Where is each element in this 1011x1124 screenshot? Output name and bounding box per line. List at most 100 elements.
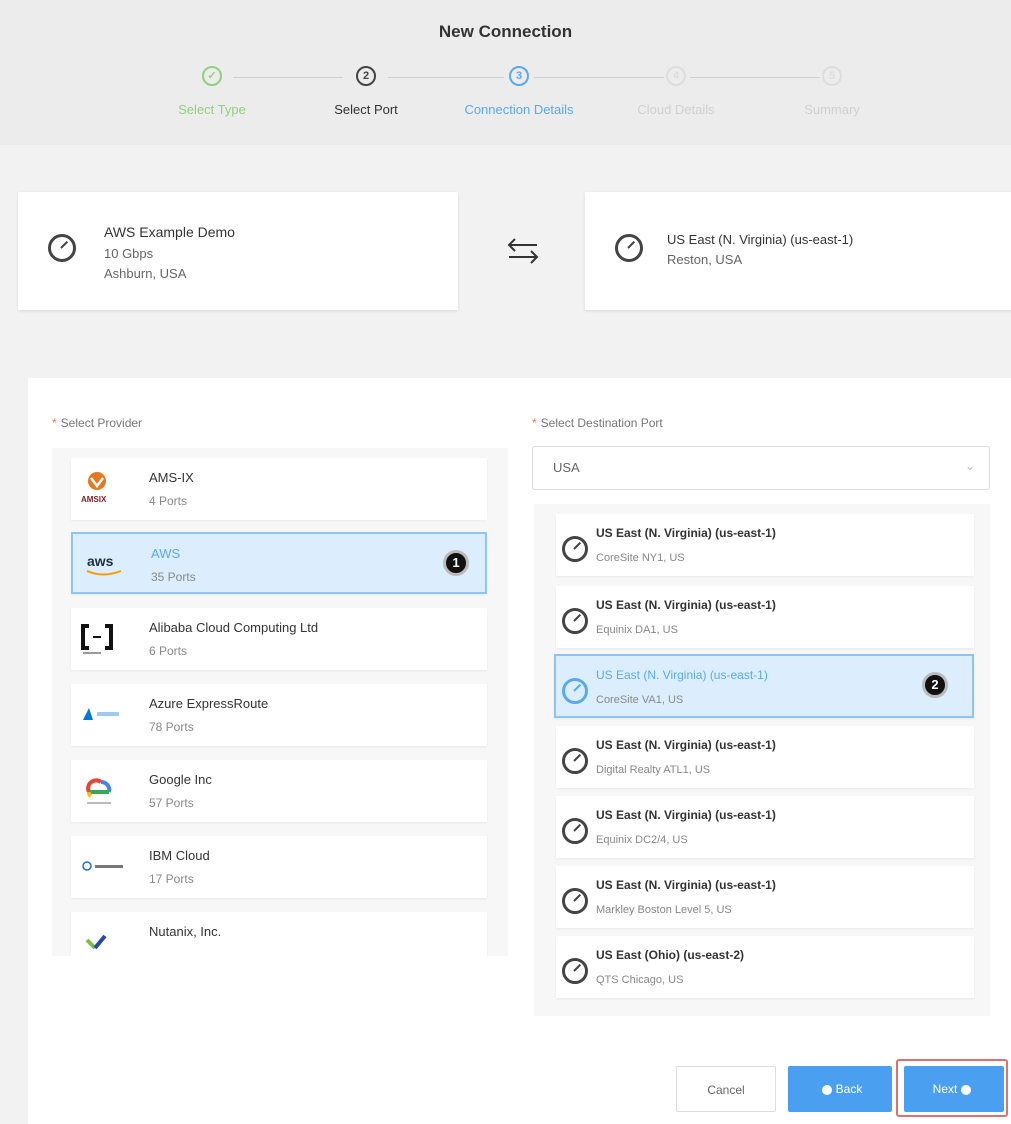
provider-ports: 17 Ports	[149, 872, 194, 886]
next-arrow-icon	[961, 1084, 972, 1095]
back-button[interactable]: Back	[788, 1066, 892, 1112]
step-label: Summary	[804, 102, 860, 117]
provider-item-amsix[interactable]: AMSIX AMS-IX 4 Ports	[71, 458, 487, 520]
provider-item-google[interactable]: Google Inc 57 Ports	[71, 760, 487, 822]
provider-item-ibm[interactable]: IBM Cloud 17 Ports	[71, 836, 487, 898]
port-name: US East (Ohio) (us-east-2)	[596, 948, 745, 962]
provider-ports: 57 Ports	[149, 796, 194, 810]
provider-item-azure[interactable]: Azure ExpressRoute 78 Ports	[71, 684, 487, 746]
port-site: CoreSite VA1, US	[596, 694, 684, 706]
back-arrow-icon	[821, 1084, 832, 1095]
source-port-name: AWS Example Demo	[104, 224, 235, 240]
step-number: 4	[666, 66, 686, 86]
provider-item-nutanix[interactable]: Nutanix, Inc.	[71, 912, 487, 956]
port-item[interactable]: US East (Ohio) (us-east-2) QTS Chicago, …	[556, 936, 974, 998]
provider-list[interactable]: AMSIX AMS-IX 4 Ports aws AWS 35 Ports 1 …	[52, 448, 508, 956]
port-item[interactable]: US East (N. Virginia) (us-east-1) Digita…	[556, 726, 974, 788]
port-item[interactable]: US East (N. Virginia) (us-east-1) Equini…	[556, 796, 974, 858]
alibaba-logo	[81, 624, 113, 654]
port-gauge-icon	[562, 818, 588, 844]
step-label: Cloud Details	[637, 102, 715, 117]
destination-port-card: US East (N. Virginia) (us-east-1) Reston…	[585, 192, 1011, 310]
step-number: 5	[822, 66, 842, 86]
provider-name: Azure ExpressRoute	[149, 696, 269, 711]
destination-port-list[interactable]: US East (N. Virginia) (us-east-1) CoreSi…	[534, 504, 990, 1016]
port-item[interactable]: US East (N. Virginia) (us-east-1) Equini…	[556, 586, 974, 648]
provider-name: IBM Cloud	[149, 848, 210, 863]
check-icon: ✓	[202, 66, 222, 86]
nutanix-logo	[85, 934, 107, 950]
port-site: QTS Chicago, US	[596, 974, 684, 986]
step-cloud-details: 4 Cloud Details	[591, 66, 761, 117]
destination-port-label: * Select Destination Port	[532, 416, 663, 430]
port-gauge-icon	[615, 234, 643, 262]
source-port-location: Ashburn, USA	[104, 266, 187, 281]
port-gauge-icon	[562, 958, 588, 984]
step-number: 2	[356, 66, 376, 86]
step-label: Connection Details	[464, 102, 574, 117]
provider-item-aws[interactable]: aws AWS 35 Ports 1	[71, 532, 487, 594]
provider-ports: 6 Ports	[149, 644, 188, 658]
step-label: Select Port	[334, 102, 398, 117]
provider-name: Nutanix, Inc.	[149, 924, 222, 939]
destination-port-location: Reston, USA	[667, 252, 743, 267]
source-port-card: AWS Example Demo 10 Gbps Ashburn, USA	[18, 192, 458, 310]
swap-arrows-icon	[507, 238, 539, 264]
selected-badge: 1	[443, 550, 469, 576]
port-item[interactable]: US East (N. Virginia) (us-east-1) Markle…	[556, 866, 974, 928]
provider-label: * Select Provider	[52, 416, 143, 430]
port-name: US East (N. Virginia) (us-east-1)	[596, 878, 776, 892]
destination-port-name: US East (N. Virginia) (us-east-1)	[667, 232, 854, 247]
svg-text:AMSIX: AMSIX	[81, 495, 107, 504]
port-item-selected[interactable]: US East (N. Virginia) (us-east-1) CoreSi…	[554, 654, 974, 718]
step-select-type: ✓ Select Type	[127, 66, 297, 117]
port-gauge-icon	[562, 608, 588, 634]
chevron-down-icon: ⌄	[964, 459, 975, 473]
port-site: Digital Realty ATL1, US	[596, 764, 711, 776]
ibm-cloud-logo	[82, 861, 123, 871]
port-site: CoreSite NY1, US	[596, 552, 685, 564]
port-name: US East (N. Virginia) (us-east-1)	[596, 598, 776, 612]
back-button-label: Back	[835, 1082, 863, 1096]
provider-ports: 35 Ports	[151, 570, 196, 584]
provider-name: AMS-IX	[149, 470, 194, 485]
port-site: Markley Boston Level 5, US	[596, 904, 732, 916]
step-summary: 5 Summary	[747, 66, 917, 117]
provider-item-alibaba[interactable]: Alibaba Cloud Computing Ltd 6 Ports	[71, 608, 487, 670]
provider-ports: 78 Ports	[149, 720, 194, 734]
country-select[interactable]: USA ⌄	[532, 446, 990, 490]
port-gauge-icon	[562, 678, 588, 704]
port-site: Equinix DA1, US	[596, 624, 678, 636]
next-button[interactable]: Next	[904, 1066, 1004, 1112]
step-number: 3	[509, 66, 529, 86]
amsix-logo: AMSIX	[81, 472, 107, 504]
port-site: Equinix DC2/4, US	[596, 834, 688, 846]
aws-logo: aws	[86, 553, 122, 576]
selected-badge: 2	[922, 672, 948, 698]
step-connection-details: 3 Connection Details	[434, 66, 604, 117]
dialog-header: New Connection ✓ Select Type 2 Select Po…	[0, 0, 1011, 145]
provider-name: AWS	[151, 546, 181, 561]
required-mark: *	[532, 416, 537, 430]
required-mark: *	[52, 416, 57, 430]
port-name: US East (N. Virginia) (us-east-1)	[596, 526, 776, 540]
country-select-value: USA	[553, 460, 580, 475]
port-gauge-icon	[562, 888, 588, 914]
provider-name: Google Inc	[149, 772, 212, 787]
port-name: US East (N. Virginia) (us-east-1)	[596, 808, 776, 822]
azure-logo	[83, 708, 119, 720]
cancel-button[interactable]: Cancel	[676, 1066, 776, 1112]
port-item[interactable]: US East (N. Virginia) (us-east-1) CoreSi…	[556, 514, 974, 576]
dialog-title: New Connection	[438, 22, 573, 41]
step-label: Select Type	[178, 102, 246, 117]
port-gauge-icon	[48, 234, 76, 262]
port-name: US East (N. Virginia) (us-east-1)	[596, 668, 768, 682]
google-cloud-logo	[86, 778, 112, 804]
svg-text:aws: aws	[87, 553, 114, 569]
port-name: US East (N. Virginia) (us-east-1)	[596, 738, 776, 752]
provider-name: Alibaba Cloud Computing Ltd	[149, 620, 319, 635]
port-gauge-icon	[562, 748, 588, 774]
next-button-label: Next	[932, 1082, 958, 1096]
provider-ports: 4 Ports	[149, 494, 188, 508]
port-gauge-icon	[562, 536, 588, 562]
